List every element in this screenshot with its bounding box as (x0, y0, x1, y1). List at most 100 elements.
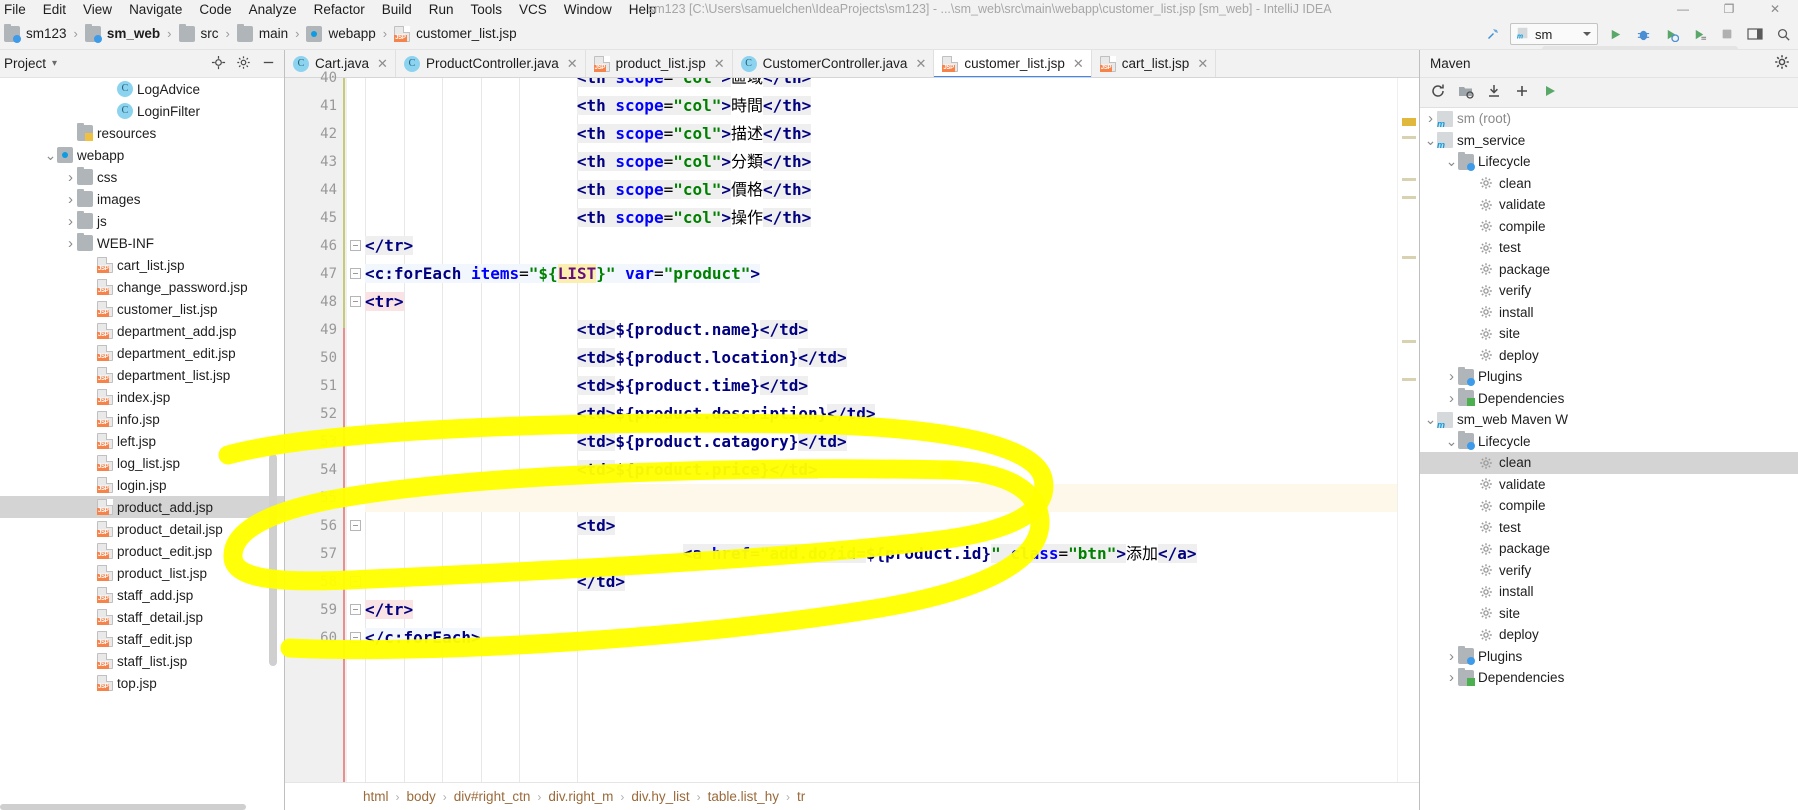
fold-gutter[interactable] (347, 78, 365, 810)
close-icon[interactable]: ✕ (1197, 56, 1208, 72)
project-tree-item[interactable]: customer_list.jsp (0, 298, 284, 320)
maven-tree-item[interactable]: validate (1420, 194, 1798, 216)
menu-tools[interactable]: Tools (471, 2, 503, 17)
run-icon[interactable] (1542, 83, 1558, 102)
run-configuration-selector[interactable]: m sm (1510, 23, 1598, 45)
code-line[interactable]: </tr> (365, 232, 414, 260)
editor-tab-cart-java[interactable]: C Cart.java ✕ (285, 50, 396, 77)
maven-tree-item[interactable]: › sm (root) (1420, 108, 1798, 130)
fold-toggle[interactable] (350, 604, 361, 615)
code-line[interactable]: <tr> (365, 288, 404, 316)
project-tree-item[interactable]: product_list.jsp (0, 562, 284, 584)
close-icon[interactable]: ✕ (1073, 56, 1084, 72)
settings-icon[interactable] (236, 55, 251, 73)
close-icon[interactable]: ✕ (567, 56, 578, 72)
stop-icon[interactable] (1716, 23, 1738, 45)
code-line[interactable]: <a href="add.do?id=${product.id}" class=… (682, 540, 1197, 568)
breadcrumb[interactable]: sm123 › sm_web › src › main › webapp › customer_li… (0, 23, 519, 43)
editor-tab-customercontroller-java[interactable]: C CustomerController.java ✕ (732, 50, 935, 77)
hide-icon[interactable] (261, 55, 276, 73)
maven-tree-item[interactable]: › Plugins (1420, 646, 1798, 668)
locate-icon[interactable] (211, 55, 226, 73)
code-line[interactable]: <th scope="col">時間</th> (576, 92, 812, 120)
menu-view[interactable]: View (83, 2, 112, 17)
maven-tree-item[interactable]: compile (1420, 216, 1798, 238)
code-line[interactable]: <td> (576, 512, 616, 540)
profile-icon[interactable] (1688, 23, 1710, 45)
reimport-icon[interactable] (1430, 83, 1446, 102)
project-tree-item[interactable]: change_password.jsp (0, 276, 284, 298)
menu-code[interactable]: Code (199, 2, 231, 17)
project-tree-item[interactable]: ⌄ webapp (0, 144, 284, 166)
maven-tree-item[interactable]: deploy (1420, 624, 1798, 646)
code-line[interactable]: <td>${product.price}</td> (576, 456, 818, 484)
element-breadcrumb-item[interactable]: table.list_hy (708, 789, 779, 804)
hammer-icon[interactable] (1482, 23, 1504, 45)
code-line[interactable]: <th scope="col">區域</th> (576, 78, 812, 92)
project-tree-item[interactable]: staff_list.jsp (0, 650, 284, 672)
add-icon[interactable] (1514, 83, 1530, 102)
project-scrollbar[interactable] (269, 454, 277, 666)
fold-toggle[interactable] (350, 520, 361, 531)
project-tree-item[interactable]: login.jsp (0, 474, 284, 496)
minimize-button[interactable]: — (1660, 0, 1706, 18)
editor-tabs[interactable]: CCart.java✕CProductController.java✕produ… (285, 50, 1419, 78)
chevron-down-icon[interactable]: ⌄ (1445, 153, 1458, 169)
maven-tree-item[interactable]: test (1420, 237, 1798, 259)
generate-sources-icon[interactable] (1458, 83, 1474, 102)
code-line[interactable]: <td>${product.location}</td> (576, 344, 847, 372)
element-breadcrumb-item[interactable]: html (363, 789, 389, 804)
editor-tab-customer-list-jsp[interactable]: customer_list.jsp ✕ (934, 50, 1092, 77)
layout-icon[interactable] (1744, 23, 1766, 45)
fold-toggle[interactable] (350, 632, 361, 643)
coverage-icon[interactable] (1660, 23, 1682, 45)
menu-file[interactable]: File (4, 2, 26, 17)
download-sources-icon[interactable] (1486, 83, 1502, 102)
maven-tree-item[interactable]: › Plugins (1420, 366, 1798, 388)
editor-tab-cart-list-jsp[interactable]: cart_list.jsp ✕ (1091, 50, 1217, 77)
code-line[interactable]: <th scope="col">操作</th> (576, 204, 812, 232)
maven-tree-item[interactable]: clean (1420, 173, 1798, 195)
project-tree-item[interactable]: index.jsp (0, 386, 284, 408)
code-line[interactable]: <c:forEach items="${LIST}" var="product"… (365, 260, 761, 288)
code-line[interactable]: <th scope="col">價格</th> (576, 176, 812, 204)
code-line[interactable]: <td>${product.description}</td> (576, 400, 876, 428)
maven-tree-item[interactable]: install (1420, 581, 1798, 603)
element-breadcrumb-item[interactable]: body (407, 789, 436, 804)
run-icon[interactable] (1604, 23, 1626, 45)
project-tree-item[interactable]: cart_list.jsp (0, 254, 284, 276)
chevron-right-icon[interactable]: › (1445, 368, 1458, 385)
project-hscrollbar[interactable] (0, 804, 246, 810)
editor-marker[interactable] (1402, 178, 1416, 181)
element-breadcrumb-item[interactable]: div.hy_list (631, 789, 689, 804)
close-icon[interactable]: ✕ (915, 56, 926, 72)
code-line[interactable]: </td> (576, 568, 626, 596)
fold-toggle[interactable] (350, 576, 361, 587)
project-tree-item[interactable]: left.jsp (0, 430, 284, 452)
project-tree-item[interactable]: log_list.jsp (0, 452, 284, 474)
menu-build[interactable]: Build (382, 2, 412, 17)
project-tree-item[interactable]: product_edit.jsp (0, 540, 284, 562)
breadcrumb-item-sm-web[interactable]: sm_web (83, 23, 162, 43)
fold-toggle[interactable] (350, 268, 361, 279)
project-tree-item[interactable]: department_list.jsp (0, 364, 284, 386)
chevron-right-icon[interactable]: › (1445, 648, 1458, 665)
maven-tree-item[interactable]: verify (1420, 280, 1798, 302)
chevron-down-icon[interactable]: ⌄ (1424, 132, 1437, 148)
menu-vcs[interactable]: VCS (519, 2, 547, 17)
code-line[interactable]: </c:forEach> (365, 624, 481, 652)
code-line[interactable]: <td>${product.name}</td> (576, 316, 809, 344)
menu-edit[interactable]: Edit (43, 2, 66, 17)
maven-tree-item[interactable]: install (1420, 302, 1798, 324)
maven-tree-item[interactable]: ⌄ sm_web Maven W (1420, 409, 1798, 431)
editor-marker[interactable] (1402, 256, 1416, 259)
maven-tree-item[interactable]: › Dependencies (1420, 388, 1798, 410)
maven-tree-item[interactable]: package (1420, 259, 1798, 281)
maven-tree[interactable]: › sm (root) ⌄ sm_service ⌄ Lifecycle clean vali… (1420, 108, 1798, 808)
editor-marker[interactable] (1402, 378, 1416, 381)
debug-icon[interactable] (1632, 23, 1654, 45)
chevron-right-icon[interactable]: › (1445, 390, 1458, 407)
maven-tree-item[interactable]: › Dependencies (1420, 667, 1798, 689)
project-tree[interactable]: C LogAdvice C LoginFilter resources ⌄ webapp › c… (0, 78, 284, 810)
maven-tree-item[interactable]: validate (1420, 474, 1798, 496)
